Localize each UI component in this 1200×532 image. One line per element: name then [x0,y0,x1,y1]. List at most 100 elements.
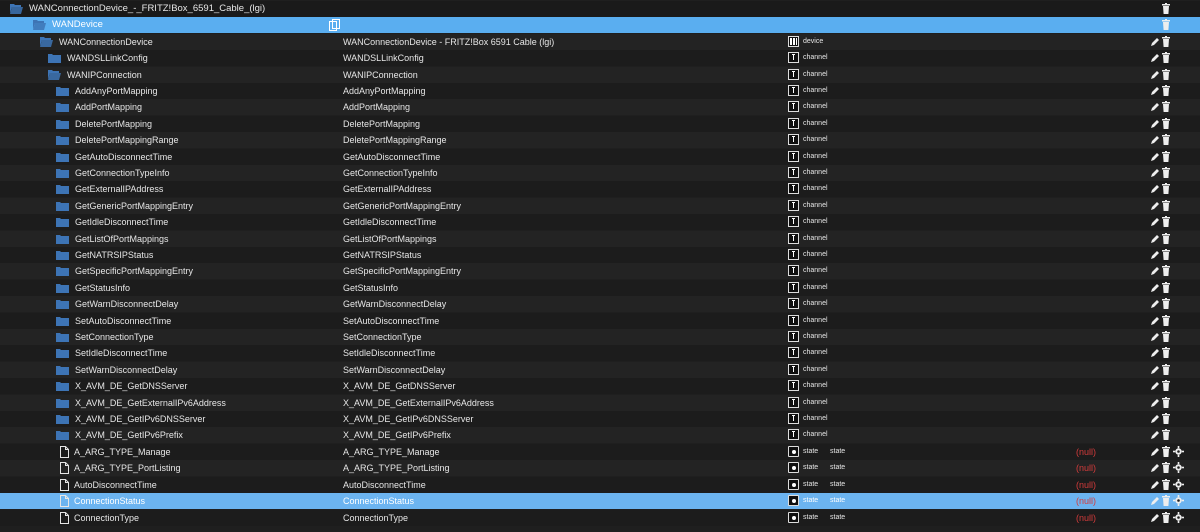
tree-row[interactable]: GetNATRSIPStatus GetNATRSIPStatus channel [0,247,1200,263]
edit-icon[interactable] [1150,119,1160,129]
edit-icon[interactable] [1150,37,1160,47]
tree-row[interactable]: WANDSLLinkConfig WANDSLLinkConfig channel [0,50,1200,66]
delete-icon[interactable] [1162,101,1170,112]
tree-row[interactable]: X_AVM_DE_GetIPv6Prefix X_AVM_DE_GetIPv6Pr… [0,427,1200,443]
edit-icon[interactable] [1150,463,1160,473]
gear-icon[interactable] [1173,479,1184,490]
tree-row[interactable]: WANConnectionDevice_-_FRITZ!Box_6591_Cab… [0,1,1200,17]
delete-icon[interactable] [1162,151,1170,162]
edit-icon[interactable] [1150,283,1160,293]
delete-icon[interactable] [1162,331,1170,342]
copy-icon[interactable] [329,19,340,31]
delete-icon[interactable] [1162,36,1170,47]
edit-icon[interactable] [1150,168,1160,178]
delete-icon[interactable] [1162,298,1170,309]
delete-icon[interactable] [1162,216,1170,227]
edit-icon[interactable] [1150,332,1160,342]
edit-icon[interactable] [1150,53,1160,63]
tree-row[interactable]: GetExternalIPAddress GetExternalIPAddress… [0,181,1200,197]
edit-icon[interactable] [1150,398,1160,408]
tree-row[interactable]: GetIdleDisconnectTime GetIdleDisconnectTi… [0,214,1200,230]
edit-icon[interactable] [1150,496,1160,506]
delete-icon[interactable] [1162,265,1170,276]
delete-icon[interactable] [1162,19,1170,30]
tree-row[interactable]: GetListOfPortMappings GetListOfPortMappin… [0,231,1200,247]
edit-icon[interactable] [1150,266,1160,276]
delete-icon[interactable] [1162,233,1170,244]
delete-icon[interactable] [1162,315,1170,326]
tree-row[interactable]: SetAutoDisconnectTime SetAutoDisconnectTi… [0,313,1200,329]
gear-icon[interactable] [1173,462,1184,473]
edit-icon[interactable] [1150,152,1160,162]
delete-icon[interactable] [1162,200,1170,211]
tree-row[interactable]: SetIdleDisconnectTime SetIdleDisconnectTi… [0,345,1200,361]
delete-icon[interactable] [1162,479,1170,490]
tree-row[interactable]: ConnectionStatus ConnectionStatus state sta… [0,493,1200,509]
tree-row[interactable]: X_AVM_DE_GetDNSServer X_AVM_DE_GetDNSServ… [0,378,1200,394]
edit-icon[interactable] [1150,217,1160,227]
edit-icon[interactable] [1150,513,1160,523]
edit-icon[interactable] [1150,414,1160,424]
edit-icon[interactable] [1150,365,1160,375]
delete-icon[interactable] [1162,446,1170,457]
edit-icon[interactable] [1150,316,1160,326]
delete-icon[interactable] [1162,249,1170,260]
delete-icon[interactable] [1162,380,1170,391]
tree-row[interactable]: WANIPConnection WANIPConnection channel [0,67,1200,83]
tree-row[interactable]: DeletePortMapping DeletePortMapping channe… [0,116,1200,132]
edit-icon[interactable] [1150,184,1160,194]
delete-icon[interactable] [1162,364,1170,375]
gear-icon[interactable] [1173,495,1184,506]
delete-icon[interactable] [1162,429,1170,440]
tree-row[interactable]: SetConnectionType SetConnectionType channe… [0,329,1200,345]
delete-icon[interactable] [1162,512,1170,523]
edit-icon[interactable] [1150,201,1160,211]
tree-row[interactable]: AddAnyPortMapping AddAnyPortMapping channe… [0,83,1200,99]
tree-row[interactable]: WANDevice [0,17,1200,33]
delete-icon[interactable] [1162,413,1170,424]
tree-row[interactable]: AddPortMapping AddPortMapping channel [0,99,1200,115]
delete-icon[interactable] [1162,462,1170,473]
delete-icon[interactable] [1162,167,1170,178]
tree-row[interactable]: GetWarnDisconnectDelay GetWarnDisconnectD… [0,296,1200,312]
edit-icon[interactable] [1150,234,1160,244]
edit-icon[interactable] [1150,447,1160,457]
tree-row[interactable]: X_AVM_DE_GetIPv6DNSServer X_AVM_DE_GetIPv… [0,411,1200,427]
edit-icon[interactable] [1150,250,1160,260]
edit-icon[interactable] [1150,102,1160,112]
tree-row[interactable]: ConnectionType ConnectionType state state (n… [0,510,1200,526]
edit-icon[interactable] [1150,480,1160,490]
delete-icon[interactable] [1162,134,1170,145]
tree-row[interactable]: GetStatusInfo GetStatusInfo channel [0,280,1200,296]
edit-icon[interactable] [1150,70,1160,80]
gear-icon[interactable] [1173,512,1184,523]
edit-icon[interactable] [1150,135,1160,145]
tree-row[interactable]: GetAutoDisconnectTime GetAutoDisconnectTi… [0,149,1200,165]
delete-icon[interactable] [1162,282,1170,293]
tree-row[interactable]: GetConnectionTypeInfo GetConnectionTypeIn… [0,165,1200,181]
tree-row[interactable]: SetWarnDisconnectDelay SetWarnDisconnectD… [0,362,1200,378]
tree-row[interactable]: WANConnectionDevice WANConnectionDevice -… [0,34,1200,50]
tree-row[interactable]: DeletePortMappingRange DeletePortMappingR… [0,132,1200,148]
tree-row[interactable]: A_ARG_TYPE_PortListing A_ARG_TYPE_PortLis… [0,460,1200,476]
edit-icon[interactable] [1150,381,1160,391]
tree-row[interactable]: GetGenericPortMappingEntry GetGenericPort… [0,198,1200,214]
gear-icon[interactable] [1173,446,1184,457]
delete-icon[interactable] [1162,347,1170,358]
edit-icon[interactable] [1150,430,1160,440]
tree-row[interactable]: GetSpecificPortMappingEntry GetSpecificPo… [0,263,1200,279]
tree-row[interactable]: X_AVM_DE_GetExternalIPv6Address X_AVM_DE_… [0,395,1200,411]
tree-row[interactable]: AutoDisconnectTime AutoDisconnectTime stat… [0,477,1200,493]
delete-icon[interactable] [1162,3,1170,14]
edit-icon[interactable] [1150,86,1160,96]
delete-icon[interactable] [1162,52,1170,63]
edit-icon[interactable] [1150,348,1160,358]
delete-icon[interactable] [1162,69,1170,80]
edit-icon[interactable] [1150,299,1160,309]
delete-icon[interactable] [1162,183,1170,194]
tree-row[interactable]: A_ARG_TYPE_Manage A_ARG_TYPE_Manage state s… [0,444,1200,460]
delete-icon[interactable] [1162,495,1170,506]
delete-icon[interactable] [1162,118,1170,129]
delete-icon[interactable] [1162,85,1170,96]
delete-icon[interactable] [1162,397,1170,408]
